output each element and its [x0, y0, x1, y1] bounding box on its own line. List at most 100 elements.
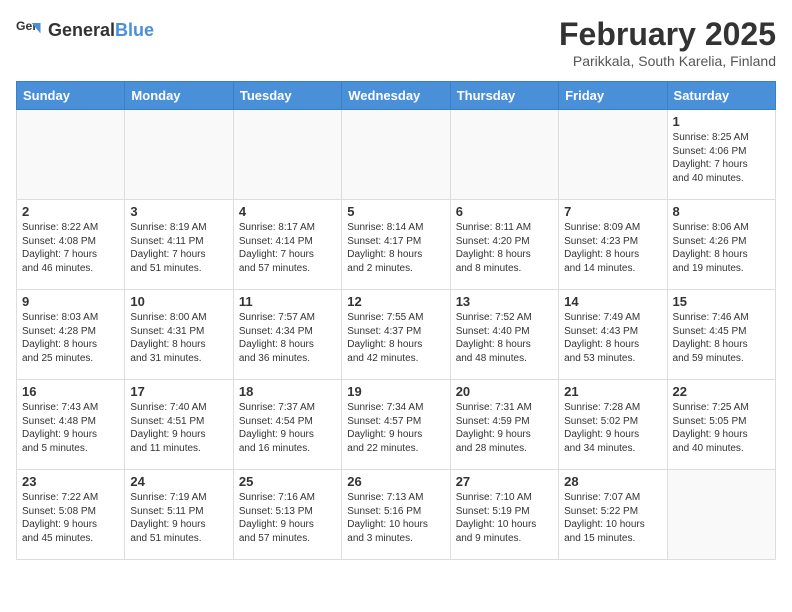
calendar-cell	[17, 110, 125, 200]
day-number: 2	[22, 204, 119, 219]
day-info: Sunrise: 7:55 AM Sunset: 4:37 PM Dayligh…	[347, 311, 444, 365]
day-info: Sunrise: 7:22 AM Sunset: 5:08 PM Dayligh…	[22, 491, 119, 545]
calendar-cell	[559, 110, 667, 200]
calendar-cell: 8 Sunrise: 8:06 AM Sunset: 4:26 PM Daylig…	[667, 200, 775, 290]
calendar-cell: 22Sunrise: 7:25 AM Sunset: 5:05 PM Dayli…	[667, 380, 775, 470]
logo-icon: Gen	[16, 16, 44, 44]
calendar-subtitle: Parikkala, South Karelia, Finland	[559, 53, 776, 69]
calendar-cell	[667, 470, 775, 560]
header-sunday: Sunday	[17, 82, 125, 110]
calendar-cell: 7 Sunrise: 8:09 AM Sunset: 4:23 PM Daylig…	[559, 200, 667, 290]
day-number: 22	[673, 384, 770, 399]
day-number: 23	[22, 474, 119, 489]
calendar-cell: 26 Sunrise: 7:13 AM Sunset: 5:16 PM Dayli…	[342, 470, 450, 560]
logo-general: GeneralBlue	[48, 20, 154, 41]
day-info: Sunrise: 8:11 AM Sunset: 4:20 PM Dayligh…	[456, 221, 553, 275]
header-thursday: Thursday	[450, 82, 558, 110]
day-number: 9	[22, 294, 119, 309]
title-section: February 2025 Parikkala, South Karelia, …	[559, 16, 776, 69]
day-info: Sunrise: 7:40 AM Sunset: 4:51 PM Dayligh…	[130, 401, 227, 455]
day-info: Sunrise: 8:25 AM Sunset: 4:06 PM Dayligh…	[673, 131, 770, 185]
logo: Gen GeneralBlue	[16, 16, 154, 44]
day-number: 14	[564, 294, 661, 309]
day-number: 10	[130, 294, 227, 309]
calendar-cell: 24 Sunrise: 7:19 AM Sunset: 5:11 PM Dayli…	[125, 470, 233, 560]
day-number: 7	[564, 204, 661, 219]
calendar-cell: 2 Sunrise: 8:22 AM Sunset: 4:08 PM Daylig…	[17, 200, 125, 290]
calendar-cell: 11 Sunrise: 7:57 AM Sunset: 4:34 PM Dayli…	[233, 290, 341, 380]
day-info: Sunrise: 8:17 AM Sunset: 4:14 PM Dayligh…	[239, 221, 336, 275]
day-info: Sunrise: 7:10 AM Sunset: 5:19 PM Dayligh…	[456, 491, 553, 545]
day-number: 11	[239, 294, 336, 309]
calendar-cell: 14 Sunrise: 7:49 AM Sunset: 4:43 PM Dayli…	[559, 290, 667, 380]
day-number: 25	[239, 474, 336, 489]
day-info: Sunrise: 8:06 AM Sunset: 4:26 PM Dayligh…	[673, 221, 770, 275]
day-info: Sunrise: 8:19 AM Sunset: 4:11 PM Dayligh…	[130, 221, 227, 275]
day-info: Sunrise: 7:43 AM Sunset: 4:48 PM Dayligh…	[22, 401, 119, 455]
day-number: 24	[130, 474, 227, 489]
header: Gen GeneralBlue February 2025 Parikkala,…	[16, 16, 776, 69]
calendar-cell: 17 Sunrise: 7:40 AM Sunset: 4:51 PM Dayli…	[125, 380, 233, 470]
header-friday: Friday	[559, 82, 667, 110]
calendar-cell: 10 Sunrise: 8:00 AM Sunset: 4:31 PM Dayli…	[125, 290, 233, 380]
calendar-week-4: 23 Sunrise: 7:22 AM Sunset: 5:08 PM Dayli…	[17, 470, 776, 560]
calendar-week-2: 9Sunrise: 8:03 AM Sunset: 4:28 PM Daylig…	[17, 290, 776, 380]
calendar-cell: 1Sunrise: 8:25 AM Sunset: 4:06 PM Daylig…	[667, 110, 775, 200]
day-info: Sunrise: 7:28 AM Sunset: 5:02 PM Dayligh…	[564, 401, 661, 455]
day-number: 27	[456, 474, 553, 489]
day-info: Sunrise: 7:07 AM Sunset: 5:22 PM Dayligh…	[564, 491, 661, 545]
day-number: 12	[347, 294, 444, 309]
calendar-week-1: 2 Sunrise: 8:22 AM Sunset: 4:08 PM Daylig…	[17, 200, 776, 290]
day-info: Sunrise: 7:37 AM Sunset: 4:54 PM Dayligh…	[239, 401, 336, 455]
day-info: Sunrise: 7:16 AM Sunset: 5:13 PM Dayligh…	[239, 491, 336, 545]
calendar-cell	[450, 110, 558, 200]
calendar-cell: 4 Sunrise: 8:17 AM Sunset: 4:14 PM Daylig…	[233, 200, 341, 290]
day-number: 8	[673, 204, 770, 219]
day-number: 26	[347, 474, 444, 489]
day-info: Sunrise: 7:57 AM Sunset: 4:34 PM Dayligh…	[239, 311, 336, 365]
calendar-cell: 5 Sunrise: 8:14 AM Sunset: 4:17 PM Daylig…	[342, 200, 450, 290]
day-number: 4	[239, 204, 336, 219]
day-info: Sunrise: 7:13 AM Sunset: 5:16 PM Dayligh…	[347, 491, 444, 545]
calendar-week-3: 16 Sunrise: 7:43 AM Sunset: 4:48 PM Dayli…	[17, 380, 776, 470]
calendar-table: Sunday Monday Tuesday Wednesday Thursday…	[16, 81, 776, 560]
calendar-cell: 28Sunrise: 7:07 AM Sunset: 5:22 PM Dayli…	[559, 470, 667, 560]
day-number: 6	[456, 204, 553, 219]
day-number: 3	[130, 204, 227, 219]
day-info: Sunrise: 8:14 AM Sunset: 4:17 PM Dayligh…	[347, 221, 444, 275]
calendar-cell: 15 Sunrise: 7:46 AM Sunset: 4:45 PM Dayli…	[667, 290, 775, 380]
day-info: Sunrise: 7:19 AM Sunset: 5:11 PM Dayligh…	[130, 491, 227, 545]
day-info: Sunrise: 8:09 AM Sunset: 4:23 PM Dayligh…	[564, 221, 661, 275]
day-info: Sunrise: 7:49 AM Sunset: 4:43 PM Dayligh…	[564, 311, 661, 365]
calendar-week-0: 1Sunrise: 8:25 AM Sunset: 4:06 PM Daylig…	[17, 110, 776, 200]
day-info: Sunrise: 7:46 AM Sunset: 4:45 PM Dayligh…	[673, 311, 770, 365]
calendar-cell: 13 Sunrise: 7:52 AM Sunset: 4:40 PM Dayli…	[450, 290, 558, 380]
calendar-title: February 2025	[559, 16, 776, 53]
header-tuesday: Tuesday	[233, 82, 341, 110]
calendar-cell	[125, 110, 233, 200]
calendar-cell: 27 Sunrise: 7:10 AM Sunset: 5:19 PM Dayli…	[450, 470, 558, 560]
calendar-cell	[342, 110, 450, 200]
header-monday: Monday	[125, 82, 233, 110]
day-info: Sunrise: 7:52 AM Sunset: 4:40 PM Dayligh…	[456, 311, 553, 365]
day-number: 15	[673, 294, 770, 309]
day-number: 18	[239, 384, 336, 399]
calendar-cell: 25 Sunrise: 7:16 AM Sunset: 5:13 PM Dayli…	[233, 470, 341, 560]
day-info: Sunrise: 7:31 AM Sunset: 4:59 PM Dayligh…	[456, 401, 553, 455]
day-number: 13	[456, 294, 553, 309]
day-info: Sunrise: 7:34 AM Sunset: 4:57 PM Dayligh…	[347, 401, 444, 455]
day-number: 16	[22, 384, 119, 399]
day-number: 17	[130, 384, 227, 399]
calendar-cell: 16 Sunrise: 7:43 AM Sunset: 4:48 PM Dayli…	[17, 380, 125, 470]
calendar-cell: 18 Sunrise: 7:37 AM Sunset: 4:54 PM Dayli…	[233, 380, 341, 470]
calendar-cell: 20Sunrise: 7:31 AM Sunset: 4:59 PM Dayli…	[450, 380, 558, 470]
calendar-cell: 3 Sunrise: 8:19 AM Sunset: 4:11 PM Daylig…	[125, 200, 233, 290]
calendar-cell	[233, 110, 341, 200]
calendar-cell: 21Sunrise: 7:28 AM Sunset: 5:02 PM Dayli…	[559, 380, 667, 470]
day-number: 5	[347, 204, 444, 219]
day-info: Sunrise: 8:00 AM Sunset: 4:31 PM Dayligh…	[130, 311, 227, 365]
day-number: 19	[347, 384, 444, 399]
day-info: Sunrise: 8:22 AM Sunset: 4:08 PM Dayligh…	[22, 221, 119, 275]
weekday-header-row: Sunday Monday Tuesday Wednesday Thursday…	[17, 82, 776, 110]
header-wednesday: Wednesday	[342, 82, 450, 110]
